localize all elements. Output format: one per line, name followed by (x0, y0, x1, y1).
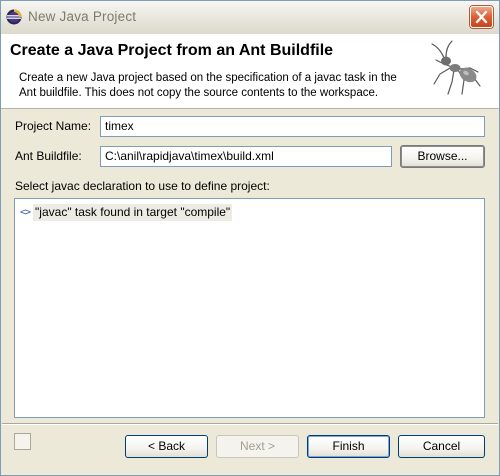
page-description: Create a new Java project based on the s… (19, 72, 397, 99)
javac-declaration-list[interactable]: <> "javac" task found in target "compile… (14, 198, 485, 418)
list-item-label: "javac" task found in target "compile" (33, 204, 233, 221)
project-name-label: Project Name: (15, 119, 92, 133)
wizard-banner: Create a Java Project from an Ant Buildf… (1, 34, 499, 109)
javac-task-icon: <> (20, 207, 31, 218)
next-button[interactable]: Next > (216, 435, 299, 458)
browse-button[interactable]: Browse... (400, 145, 485, 168)
page-title: Create a Java Project from an Ant Buildf… (10, 42, 334, 59)
project-name-input[interactable]: timex (100, 116, 485, 137)
button-bar-separator (2, 423, 498, 425)
help-icon[interactable] (14, 433, 31, 450)
ant-buildfile-input[interactable]: C:\anil\rapidjava\timex\build.xml (100, 146, 392, 167)
javac-select-label: Select javac declaration to use to defin… (15, 179, 270, 193)
close-icon (475, 10, 488, 24)
ant-buildfile-label: Ant Buildfile: (15, 149, 82, 163)
cancel-button[interactable]: Cancel (398, 435, 485, 458)
back-button[interactable]: < Back (125, 435, 208, 458)
close-button[interactable] (470, 6, 493, 28)
eclipse-icon (6, 9, 22, 25)
list-item[interactable]: <> "javac" task found in target "compile… (20, 204, 233, 221)
ant-icon (431, 40, 481, 95)
title-bar[interactable]: New Java Project (1, 1, 499, 35)
finish-button[interactable]: Finish (307, 435, 390, 458)
new-java-project-dialog: New Java Project Create a Java Project f… (0, 0, 500, 476)
window-title: New Java Project (28, 9, 137, 24)
